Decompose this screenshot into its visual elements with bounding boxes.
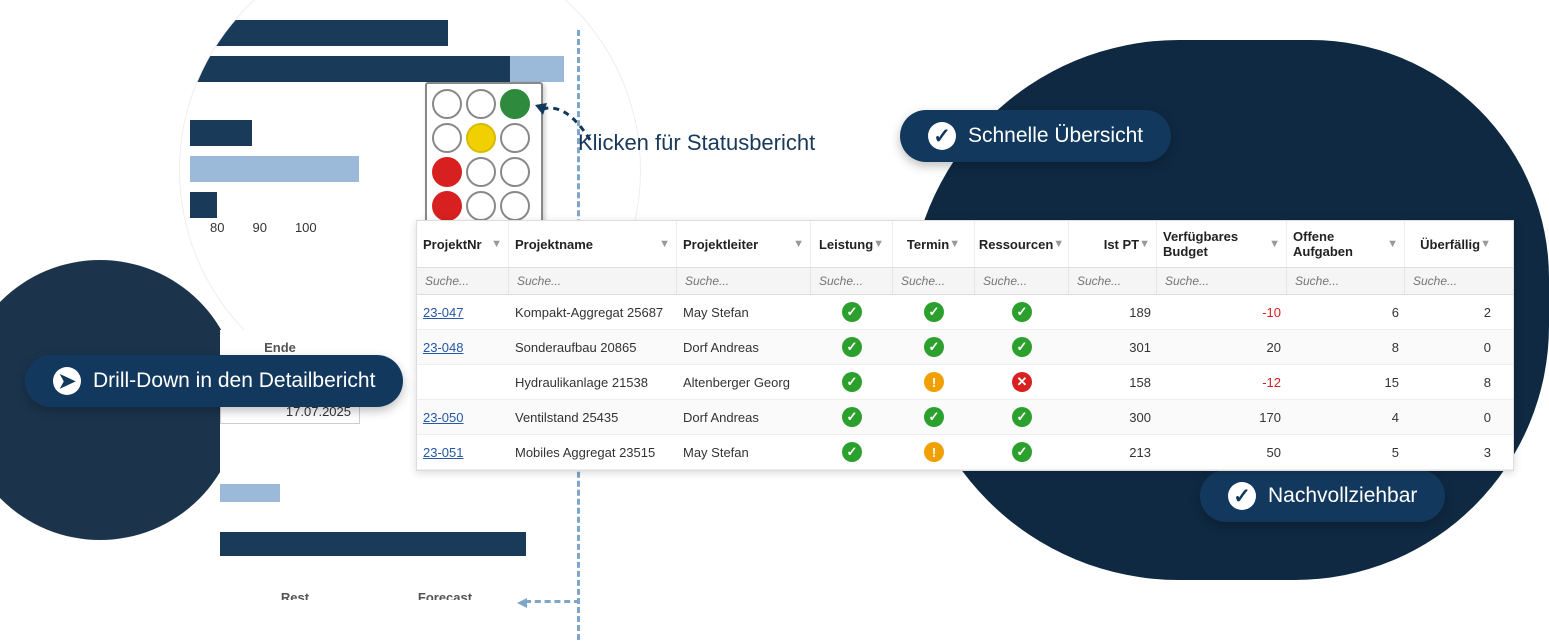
- status-badge: ✓: [924, 337, 944, 357]
- search-input[interactable]: [817, 273, 886, 289]
- column-header[interactable]: Ist PT▼: [1069, 221, 1157, 267]
- column-header[interactable]: Offene Aufgaben▼: [1287, 221, 1405, 267]
- search-input[interactable]: [1293, 273, 1398, 289]
- search-input[interactable]: [683, 273, 804, 289]
- column-header[interactable]: Ressourcen▼: [975, 221, 1069, 267]
- filter-icon[interactable]: ▼: [949, 238, 960, 250]
- axis-ticks: 8090100: [210, 220, 317, 235]
- search-input[interactable]: [1075, 273, 1150, 289]
- search-input[interactable]: [899, 273, 968, 289]
- status-badge: ✓: [924, 407, 944, 427]
- status-badge: !: [924, 442, 944, 462]
- table-row: Hydraulikanlage 21538Altenberger Georg✓!…: [417, 365, 1513, 400]
- project-table: ProjektNr▼Projektname▼Projektleiter▼Leis…: [416, 220, 1514, 471]
- column-header[interactable]: ProjektNr▼: [417, 221, 509, 267]
- project-link[interactable]: 23-047: [423, 305, 463, 320]
- column-header[interactable]: Projektname▼: [509, 221, 677, 267]
- search-input[interactable]: [981, 273, 1062, 289]
- filter-icon[interactable]: ▼: [1053, 238, 1064, 250]
- table-row: 23-051Mobiles Aggregat 23515May Stefan✓!…: [417, 435, 1513, 470]
- filter-icon[interactable]: ▼: [1387, 238, 1398, 250]
- badge-overview: ✓ Schnelle Übersicht: [900, 110, 1171, 162]
- filter-icon[interactable]: ▼: [873, 238, 884, 250]
- status-badge: ✓: [842, 407, 862, 427]
- filter-icon[interactable]: ▼: [1269, 238, 1280, 250]
- table-row: 23-047Kompakt-Aggregat 25687May Stefan✓✓…: [417, 295, 1513, 330]
- status-badge: ✓: [842, 302, 862, 322]
- filter-icon[interactable]: ▼: [1480, 238, 1491, 250]
- table-header-row: ProjektNr▼Projektname▼Projektleiter▼Leis…: [417, 221, 1513, 268]
- column-header[interactable]: Projektleiter▼: [677, 221, 811, 267]
- project-link[interactable]: 23-050: [423, 410, 463, 425]
- filter-icon[interactable]: ▼: [491, 238, 502, 250]
- column-header[interactable]: Leistung▼: [811, 221, 893, 267]
- check-icon: ✓: [928, 122, 956, 150]
- status-badge: ✓: [1012, 302, 1032, 322]
- table-row: 23-048Sonderaufbau 20865Dorf Andreas✓✓✓3…: [417, 330, 1513, 365]
- status-badge: ✓: [1012, 407, 1032, 427]
- search-input[interactable]: [423, 273, 502, 289]
- table-search-row: [417, 268, 1513, 295]
- badge-traceable: ✓ Nachvollziehbar: [1200, 470, 1445, 522]
- status-badge: ✕: [1012, 372, 1032, 392]
- status-badge: ✓: [924, 302, 944, 322]
- search-input[interactable]: [515, 273, 670, 289]
- status-badge: ✓: [1012, 337, 1032, 357]
- filter-icon[interactable]: ▼: [1139, 238, 1150, 250]
- status-badge: ✓: [842, 372, 862, 392]
- filter-icon[interactable]: ▼: [793, 238, 804, 250]
- table-row: 23-050Ventilstand 25435Dorf Andreas✓✓✓30…: [417, 400, 1513, 435]
- cursor-icon: ➤: [53, 367, 81, 395]
- filter-icon[interactable]: ▼: [659, 238, 670, 250]
- traffic-light-panel[interactable]: [425, 82, 543, 228]
- check-icon: ✓: [1228, 482, 1256, 510]
- status-callout-label: Klicken für Statusbericht: [578, 130, 815, 156]
- status-badge: ✓: [842, 337, 862, 357]
- search-input[interactable]: [1411, 273, 1491, 289]
- status-badge: ✓: [1012, 442, 1032, 462]
- column-header[interactable]: Verfügbares Budget▼: [1157, 221, 1287, 267]
- column-header[interactable]: Termin▼: [893, 221, 975, 267]
- search-input[interactable]: [1163, 273, 1280, 289]
- status-badge: !: [924, 372, 944, 392]
- dashed-arrow: [525, 600, 580, 603]
- column-header[interactable]: Überfällig▼: [1405, 221, 1505, 267]
- project-link[interactable]: 23-051: [423, 445, 463, 460]
- status-badge: ✓: [842, 442, 862, 462]
- badge-drilldown: ➤ Drill-Down in den Detailbericht: [25, 355, 403, 407]
- project-link[interactable]: 23-048: [423, 340, 463, 355]
